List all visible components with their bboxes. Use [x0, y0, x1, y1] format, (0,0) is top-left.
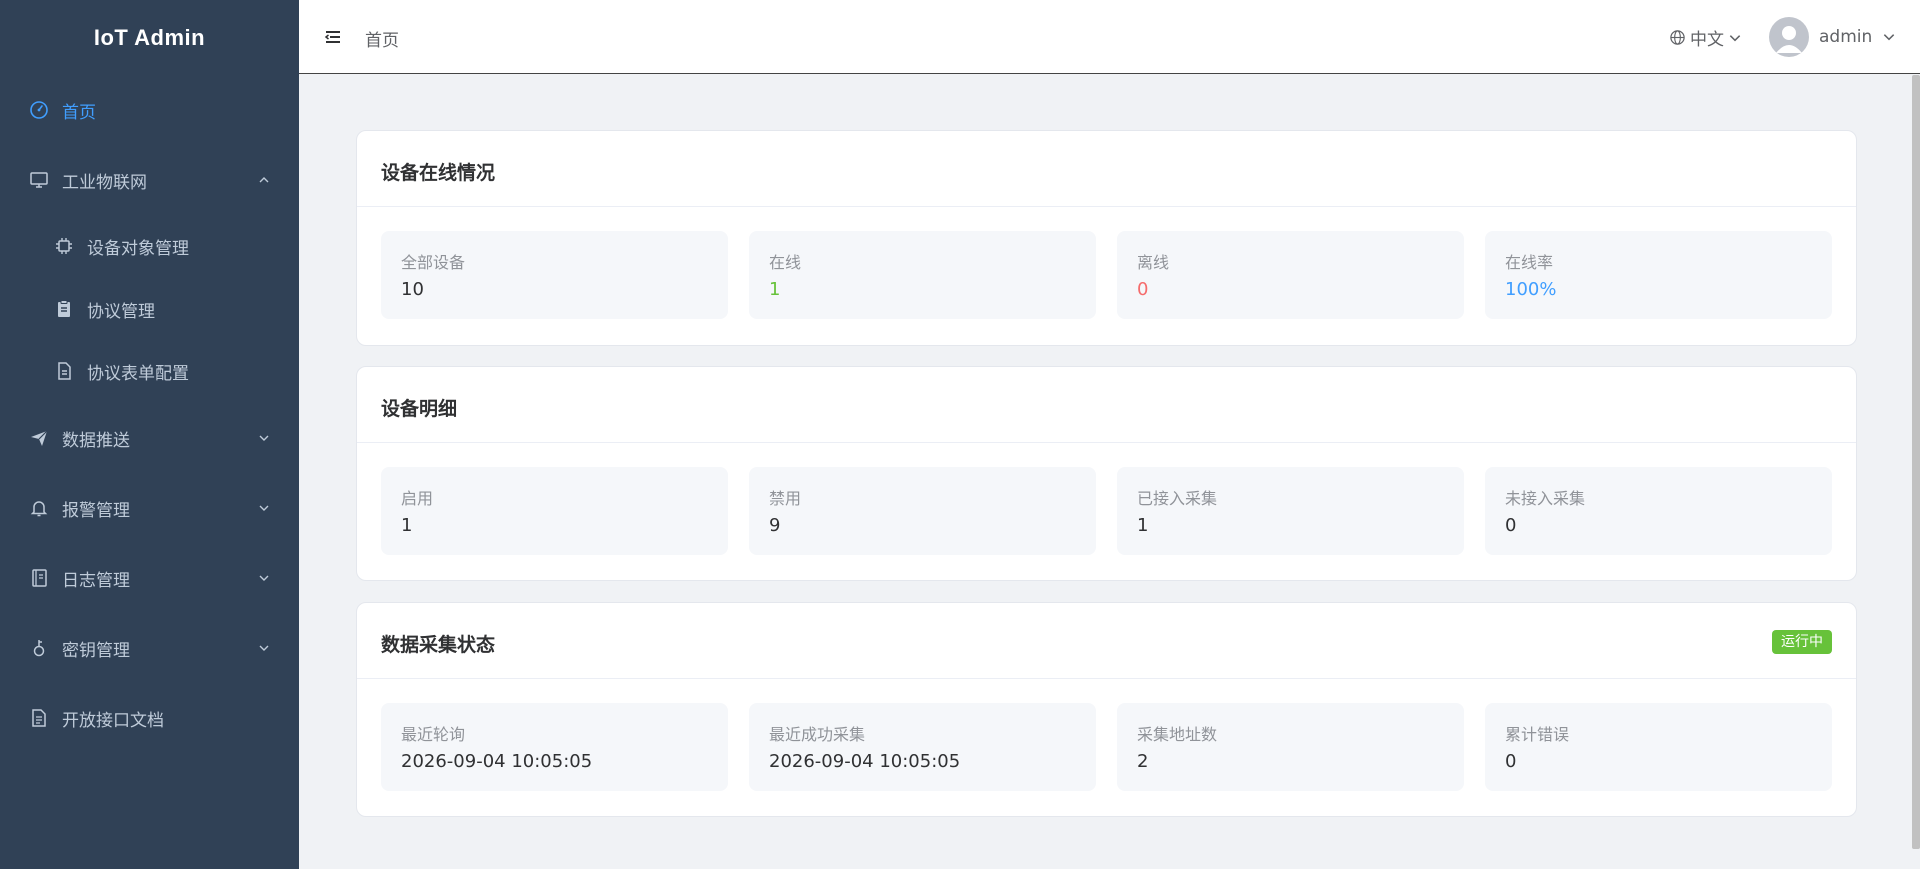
- stat-label: 在线率: [1505, 253, 1554, 272]
- card-header: 设备明细: [357, 367, 1856, 443]
- bell-icon: [28, 497, 50, 519]
- sidebar-item-data-push[interactable]: 数据推送: [0, 408, 299, 468]
- stat-label: 启用: [401, 489, 434, 508]
- stat-label: 采集地址数: [1137, 725, 1218, 744]
- stat-total-errors: 累计错误 0: [1485, 703, 1832, 791]
- stat-offline: 离线 0: [1117, 231, 1464, 319]
- language-label: 中文: [1690, 30, 1724, 50]
- sidebar-item-label: 工业物联网: [62, 172, 147, 193]
- stat-value: 1: [769, 279, 781, 300]
- document-icon: [53, 360, 75, 382]
- stat-value: 2026-09-04 10:05:05: [769, 751, 961, 772]
- monitor-icon: [28, 169, 50, 191]
- sidebar-item-keys[interactable]: 密钥管理: [0, 618, 299, 678]
- sidebar-item-home[interactable]: 首页: [0, 80, 299, 140]
- app-logo: IoT Admin: [93, 25, 206, 50]
- avatar[interactable]: [1769, 17, 1809, 57]
- sidebar-item-label: 数据推送: [62, 430, 130, 451]
- stat-online: 在线 1: [749, 231, 1096, 319]
- sidebar-item-label: 首页: [62, 102, 96, 123]
- sidebar-item-label: 协议管理: [87, 301, 155, 322]
- stat-enabled: 启用 1: [381, 467, 728, 555]
- page-scrollbar[interactable]: [1912, 75, 1920, 849]
- sidebar-item-label: 设备对象管理: [87, 238, 189, 259]
- sidebar-item-alarms[interactable]: 报警管理: [0, 478, 299, 538]
- stats-row: 最近轮询 2026-09-04 10:05:05 最近成功采集 2026-09-…: [381, 703, 1832, 791]
- stat-total-devices: 全部设备 10: [381, 231, 728, 319]
- send-icon: [28, 427, 50, 449]
- stat-last-success: 最近成功采集 2026-09-04 10:05:05: [749, 703, 1096, 791]
- device-online-card: 设备在线情况 全部设备 10 在线 1 离线 0 在线率 100%: [356, 130, 1857, 346]
- stat-value: 1: [401, 515, 413, 536]
- sidebar-item-label: 日志管理: [62, 570, 130, 591]
- stat-label: 禁用: [769, 489, 802, 508]
- cpu-icon: [53, 235, 75, 257]
- card-title: 设备明细: [381, 398, 458, 420]
- stat-label: 累计错误: [1505, 725, 1570, 744]
- user-menu[interactable]: admin: [1819, 27, 1896, 47]
- stat-label: 离线: [1137, 253, 1170, 272]
- stat-value: 2026-09-04 10:05:05: [401, 751, 593, 772]
- chevron-down-icon: [257, 641, 271, 655]
- stat-disabled: 禁用 9: [749, 467, 1096, 555]
- stat-label: 在线: [769, 253, 802, 272]
- status-badge: 运行中: [1772, 630, 1832, 654]
- stat-label: 已接入采集: [1137, 489, 1218, 508]
- username-label: admin: [1819, 27, 1873, 47]
- card-header: 数据采集状态 运行中: [357, 603, 1856, 679]
- stat-label: 最近轮询: [401, 725, 466, 744]
- chevron-down-icon: [1728, 31, 1742, 45]
- stat-label: 全部设备: [401, 253, 466, 272]
- stat-value: 0: [1505, 515, 1517, 536]
- card-header: 设备在线情况: [357, 131, 1856, 207]
- stat-value: 0: [1137, 279, 1149, 300]
- stats-row: 全部设备 10 在线 1 离线 0 在线率 100%: [381, 231, 1832, 319]
- globe-icon: [1669, 29, 1686, 46]
- sidebar-item-api-docs[interactable]: 开放接口文档: [0, 688, 299, 748]
- chevron-down-icon: [257, 571, 271, 585]
- sidebar-item-label: 密钥管理: [62, 640, 130, 661]
- sidebar-item-protocols[interactable]: 协议管理: [0, 279, 299, 339]
- device-detail-card: 设备明细 启用 1 禁用 9 已接入采集 1 未接入采集 0: [356, 366, 1857, 581]
- breadcrumb: 首页: [365, 31, 399, 51]
- stat-online-rate: 在线率 100%: [1485, 231, 1832, 319]
- stat-value: 2: [1137, 751, 1149, 772]
- stat-address-count: 采集地址数 2: [1117, 703, 1464, 791]
- clipboard-icon: [53, 298, 75, 320]
- key-icon: [28, 637, 50, 659]
- stat-value: 100%: [1505, 279, 1557, 300]
- sidebar-item-protocol-forms[interactable]: 协议表单配置: [0, 341, 299, 401]
- chevron-down-icon: [1882, 30, 1896, 44]
- stat-value: 1: [1137, 515, 1149, 536]
- chevron-down-icon: [257, 501, 271, 515]
- sidebar-item-logs[interactable]: 日志管理: [0, 548, 299, 608]
- stat-connected-collect: 已接入采集 1: [1117, 467, 1464, 555]
- chevron-down-icon: [257, 431, 271, 445]
- notebook-icon: [28, 567, 50, 589]
- stat-not-connected-collect: 未接入采集 0: [1485, 467, 1832, 555]
- menu-fold-icon[interactable]: [324, 28, 342, 46]
- sidebar-item-industrial-iot[interactable]: 工业物联网: [0, 150, 299, 210]
- chevron-up-icon: [257, 173, 271, 187]
- data-collect-status-card: 数据采集状态 运行中 最近轮询 2026-09-04 10:05:05 最近成功…: [356, 602, 1857, 817]
- top-navbar: 首页 中文 admin: [299, 0, 1920, 74]
- card-title: 设备在线情况: [381, 162, 496, 184]
- sidebar-item-label: 开放接口文档: [62, 710, 164, 731]
- sidebar: IoT Admin 首页 工业物联网 设备对象管理 协议管理 协议表单配置 数据…: [0, 0, 299, 869]
- sidebar-item-label: 协议表单配置: [87, 363, 189, 384]
- sidebar-item-label: 报警管理: [62, 500, 130, 521]
- card-title: 数据采集状态: [381, 634, 496, 656]
- stat-value: 0: [1505, 751, 1517, 772]
- stat-label: 未接入采集: [1505, 489, 1586, 508]
- stat-last-poll: 最近轮询 2026-09-04 10:05:05: [381, 703, 728, 791]
- stat-value: 10: [401, 279, 424, 300]
- stat-label: 最近成功采集: [769, 725, 866, 744]
- stat-value: 9: [769, 515, 781, 536]
- sidebar-item-device-objects[interactable]: 设备对象管理: [0, 216, 299, 276]
- dashboard-icon: [28, 99, 50, 121]
- file-icon: [28, 707, 50, 729]
- stats-row: 启用 1 禁用 9 已接入采集 1 未接入采集 0: [381, 467, 1832, 555]
- language-switcher[interactable]: 中文: [1669, 25, 1742, 50]
